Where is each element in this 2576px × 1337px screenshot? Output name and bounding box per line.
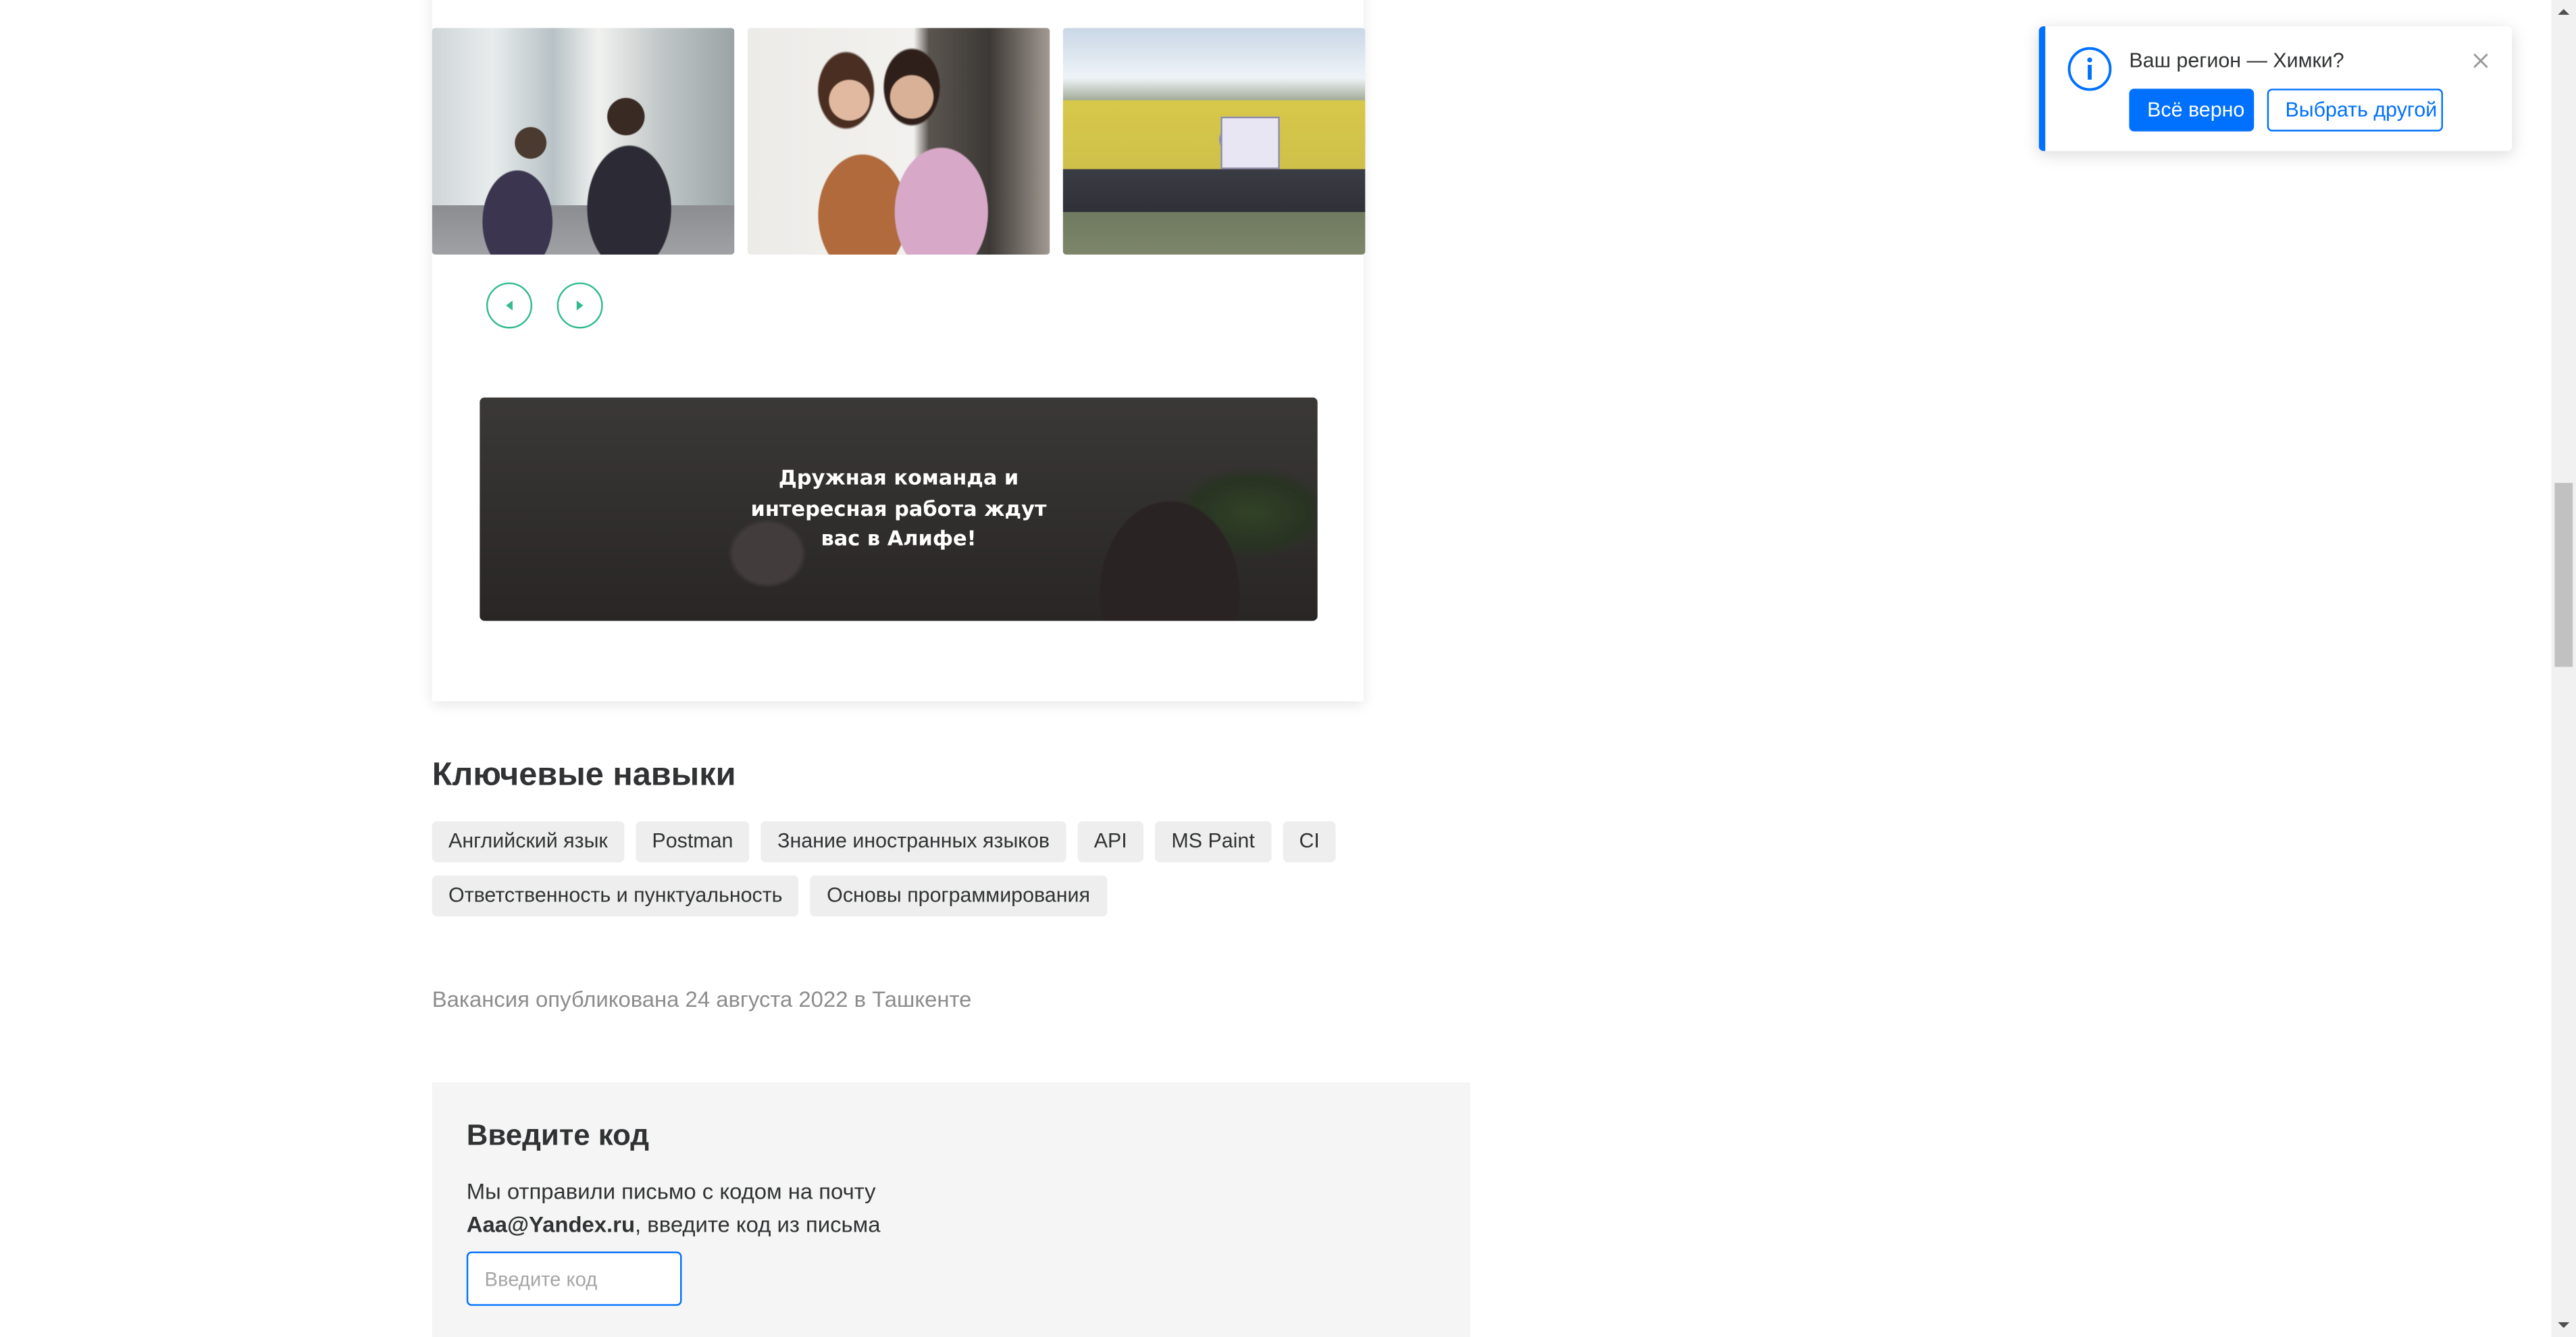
scroll-up-arrow-icon[interactable] bbox=[2552, 0, 2576, 24]
banner-text: Дружная команда и интересная работа ждут… bbox=[750, 465, 1047, 550]
verification-code-form: Введите код Мы отправили письмо с кодом … bbox=[432, 1082, 1470, 1337]
region-choose-other-button[interactable]: Выбрать другой bbox=[2267, 88, 2443, 132]
skill-tag: Postman bbox=[636, 821, 750, 863]
code-form-description: Мы отправили письмо с кодом на почту Aaa… bbox=[467, 1176, 992, 1242]
company-gallery-card: Дружная команда и интересная работа ждут… bbox=[432, 0, 1366, 702]
code-desc-line2: , введите код из письма bbox=[635, 1212, 881, 1237]
info-icon bbox=[2067, 47, 2112, 91]
gallery-photo[interactable] bbox=[432, 28, 735, 255]
code-desc-line1: Мы отправили письмо с кодом на почту bbox=[466, 1179, 876, 1204]
region-question: Ваш регион — Химки? bbox=[2129, 49, 2344, 73]
page: Дружная команда и интересная работа ждут… bbox=[0, 0, 2576, 1337]
chevron-left-icon bbox=[506, 300, 513, 311]
skills-row: Английский язык Postman Знание иностранн… bbox=[432, 821, 1352, 863]
vacancy-published-info: Вакансия опубликована 24 августа 2022 в … bbox=[432, 987, 972, 1012]
team-banner: Дружная команда и интересная работа ждут… bbox=[480, 397, 1318, 621]
skill-tag: Основы программирования bbox=[810, 875, 1107, 917]
skills-row: Ответственность и пунктуальность Основы … bbox=[432, 875, 1352, 917]
chevron-right-icon bbox=[576, 300, 584, 311]
skill-tag: MS Paint bbox=[1155, 821, 1272, 863]
scroll-down-arrow-icon[interactable] bbox=[2552, 1312, 2576, 1336]
skill-tag: Английский язык bbox=[432, 821, 625, 863]
region-confirm-button[interactable]: Всё верно bbox=[2129, 88, 2255, 132]
gallery-photo[interactable] bbox=[747, 28, 1050, 255]
gallery-prev-button[interactable] bbox=[486, 282, 533, 329]
skills-list: Английский язык Postman Знание иностранн… bbox=[432, 821, 1352, 930]
code-form-title: Введите код bbox=[466, 1118, 650, 1152]
skill-tag: API bbox=[1077, 821, 1144, 863]
code-desc-email: Aaa@Yandex.ru bbox=[466, 1212, 636, 1237]
skill-tag: Знание иностранных языков bbox=[761, 821, 1066, 863]
page-scrollbar[interactable] bbox=[2551, 0, 2576, 1337]
skill-tag: Ответственность и пунктуальность bbox=[432, 875, 799, 917]
skills-title: Ключевые навыки bbox=[432, 757, 736, 793]
scrollbar-thumb[interactable] bbox=[2554, 483, 2573, 667]
close-icon[interactable] bbox=[2471, 51, 2490, 70]
region-popup: Ваш регион — Химки? Всё верно Выбрать др… bbox=[2038, 26, 2513, 151]
gallery-photo[interactable] bbox=[1062, 28, 1366, 255]
gallery-next-button[interactable] bbox=[557, 282, 603, 329]
verification-code-input[interactable] bbox=[466, 1251, 682, 1306]
skill-tag: CI bbox=[1283, 821, 1337, 863]
